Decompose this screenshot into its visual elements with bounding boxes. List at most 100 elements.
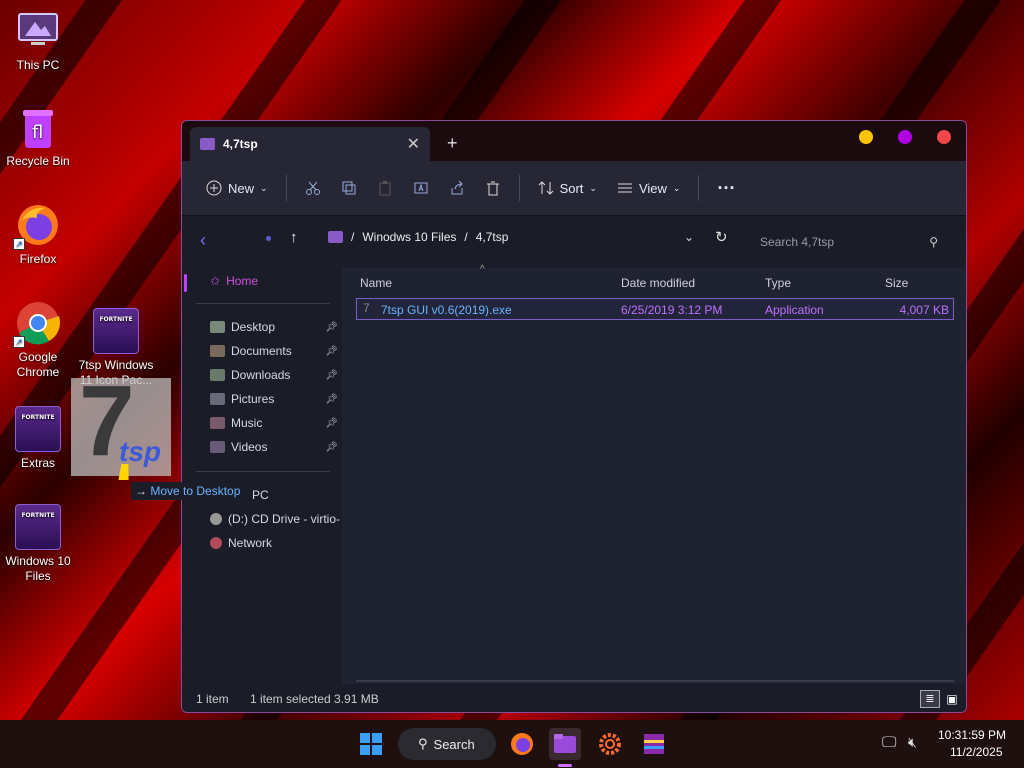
desktop-icon-label: Extras [20, 456, 55, 470]
chevron-down-icon: ⌄ [589, 182, 597, 193]
desktop-icon-recycle-bin[interactable]: fl Recycle Bin [0, 104, 76, 169]
pin-icon: 📌︎ [325, 393, 338, 405]
breadcrumb: / Winodws 10 Files / 4,7tsp [328, 230, 508, 244]
desktop-icon-label: Windows 10 Files [5, 554, 71, 583]
desktop-icon-label: Google Chrome [16, 350, 60, 379]
nav-item-downloads[interactable]: Downloads 📌︎ [210, 368, 338, 382]
chevron-down-icon[interactable]: ⌄ [684, 230, 694, 244]
taskbar-search[interactable]: ⚲ Search [398, 728, 496, 760]
desktop-icon-extras[interactable]: Extras [0, 406, 76, 471]
file-name: 7tsp GUI v0.6(2019).exe [381, 303, 512, 317]
command-bar: New ⌄ Sort ⌄ View ⌄ ··· [182, 161, 966, 216]
nav-item-desktop[interactable]: Desktop 📌︎ [210, 320, 338, 334]
arrow-right-icon: → [135, 484, 147, 498]
plus-circle-icon [206, 180, 222, 196]
sort-button[interactable]: Sort ⌄ [530, 171, 605, 205]
breadcrumb-item[interactable]: 4,7tsp [476, 230, 509, 244]
archive-icon [644, 734, 664, 754]
folder-icon [15, 504, 61, 550]
nav-item-documents[interactable]: Documents 📌︎ [210, 344, 338, 358]
taskbar: ⚲ Search 🖵︎ 🔇︎ 10:31:59 PM 11/2/2025 [0, 720, 1024, 768]
tiles-view-button[interactable]: ▣ [942, 690, 962, 708]
taskbar-firefox[interactable] [506, 728, 538, 760]
desktop-icon-chrome[interactable]: ↗ Google Chrome [0, 300, 76, 380]
start-button[interactable] [355, 728, 387, 760]
forward-icon[interactable] [266, 236, 271, 241]
search-input[interactable]: Search 4,7tsp ⚲ [752, 228, 952, 256]
pin-icon: 📌︎ [325, 417, 338, 429]
home-icon: ✩ [210, 274, 221, 288]
close-tab-icon[interactable]: ✕ [407, 134, 420, 154]
pin-icon: 📌︎ [325, 369, 338, 381]
new-button[interactable]: New ⌄ [198, 171, 276, 205]
rename-button[interactable] [405, 171, 437, 205]
windows-logo-icon [360, 733, 382, 755]
copy-button[interactable] [333, 171, 365, 205]
nav-label: Network [228, 536, 273, 550]
up-arrow-icon[interactable]: ↑ [290, 229, 298, 246]
desktop-icon-this-pc[interactable]: This PC [0, 8, 76, 73]
nav-item-cd-drive[interactable]: (D:) CD Drive - virtio- [210, 512, 342, 526]
documents-folder-icon [210, 345, 225, 357]
file-type: Application [765, 303, 824, 317]
tab-4-7tsp[interactable]: 4,7tsp ✕ [190, 127, 430, 161]
nav-item-music[interactable]: Music 📌︎ [210, 416, 338, 430]
selection-info: 1 item selected 3.91 MB [250, 692, 379, 706]
divider [285, 175, 287, 201]
horizontal-scrollbar[interactable] [356, 680, 954, 682]
close-button[interactable] [937, 130, 951, 144]
clock-time[interactable]: 10:31:59 PM [938, 728, 1006, 742]
shortcut-arrow-icon: ↗ [13, 336, 25, 348]
firefox-icon [511, 733, 533, 755]
breadcrumb-item[interactable]: Winodws 10 Files [362, 230, 456, 244]
column-header-type[interactable]: Type [765, 276, 791, 290]
view-button[interactable]: View ⌄ [609, 171, 689, 205]
delete-button[interactable] [477, 171, 509, 205]
file-row[interactable]: 7 7tsp GUI v0.6(2019).exe 6/25/2019 3:12… [356, 298, 954, 320]
column-header-name[interactable]: Name [360, 276, 392, 290]
taskbar-settings[interactable] [594, 728, 626, 760]
desktop-folder-icon [210, 321, 225, 333]
cd-drive-icon [210, 513, 222, 525]
taskbar-winrar[interactable] [638, 728, 670, 760]
minimize-button[interactable] [859, 130, 873, 144]
paste-icon [379, 181, 391, 196]
paste-button[interactable] [369, 171, 401, 205]
desktop-icon-windows-10-files[interactable]: Windows 10 Files [0, 504, 76, 584]
folder-icon [200, 138, 215, 150]
new-label: New [228, 180, 255, 196]
desktop-icon-label: Firefox [19, 252, 57, 266]
nav-item-network[interactable]: Network [210, 536, 338, 550]
music-folder-icon [210, 417, 225, 429]
network-icon [210, 537, 222, 549]
taskbar-file-explorer[interactable] [549, 728, 581, 760]
pin-icon: 📌︎ [325, 345, 338, 357]
view-label: View [638, 180, 667, 196]
file-date: 6/25/2019 3:12 PM [621, 303, 723, 317]
nav-item-videos[interactable]: Videos 📌︎ [210, 440, 338, 454]
folder-icon [328, 231, 343, 243]
desktop-icon-firefox[interactable]: ↗ Firefox [0, 202, 76, 267]
file-explorer-window: 4,7tsp ✕ + New ⌄ Sort ⌄ View ⌄ ··· ‹ ↑ /… [181, 120, 967, 713]
share-icon [451, 180, 463, 195]
cut-button[interactable] [297, 171, 329, 205]
share-button[interactable] [441, 171, 473, 205]
volume-muted-icon[interactable]: 🔇︎ [908, 734, 917, 751]
refresh-icon[interactable]: ↻ [715, 228, 728, 246]
column-header-size[interactable]: Size [885, 276, 908, 290]
new-tab-button[interactable]: + [447, 133, 458, 154]
nav-item-home[interactable]: ✩ Home [210, 274, 338, 288]
back-icon[interactable]: ‹ [200, 230, 206, 251]
clock-date[interactable]: 11/2/2025 [950, 745, 1003, 759]
copy-icon [342, 181, 356, 195]
nav-label: Home [226, 274, 259, 288]
svg-text:fl: fl [32, 122, 43, 143]
more-options-button[interactable]: ··· [709, 171, 743, 205]
details-view-button[interactable]: ≣ [920, 690, 940, 708]
nav-item-pictures[interactable]: Pictures 📌︎ [210, 392, 338, 406]
nav-label: Downloads [231, 368, 291, 382]
maximize-button[interactable] [898, 130, 912, 144]
nav-label: Desktop [231, 320, 276, 334]
column-header-date[interactable]: Date modified [621, 276, 695, 290]
network-status-icon[interactable]: 🖵︎ [882, 734, 896, 751]
